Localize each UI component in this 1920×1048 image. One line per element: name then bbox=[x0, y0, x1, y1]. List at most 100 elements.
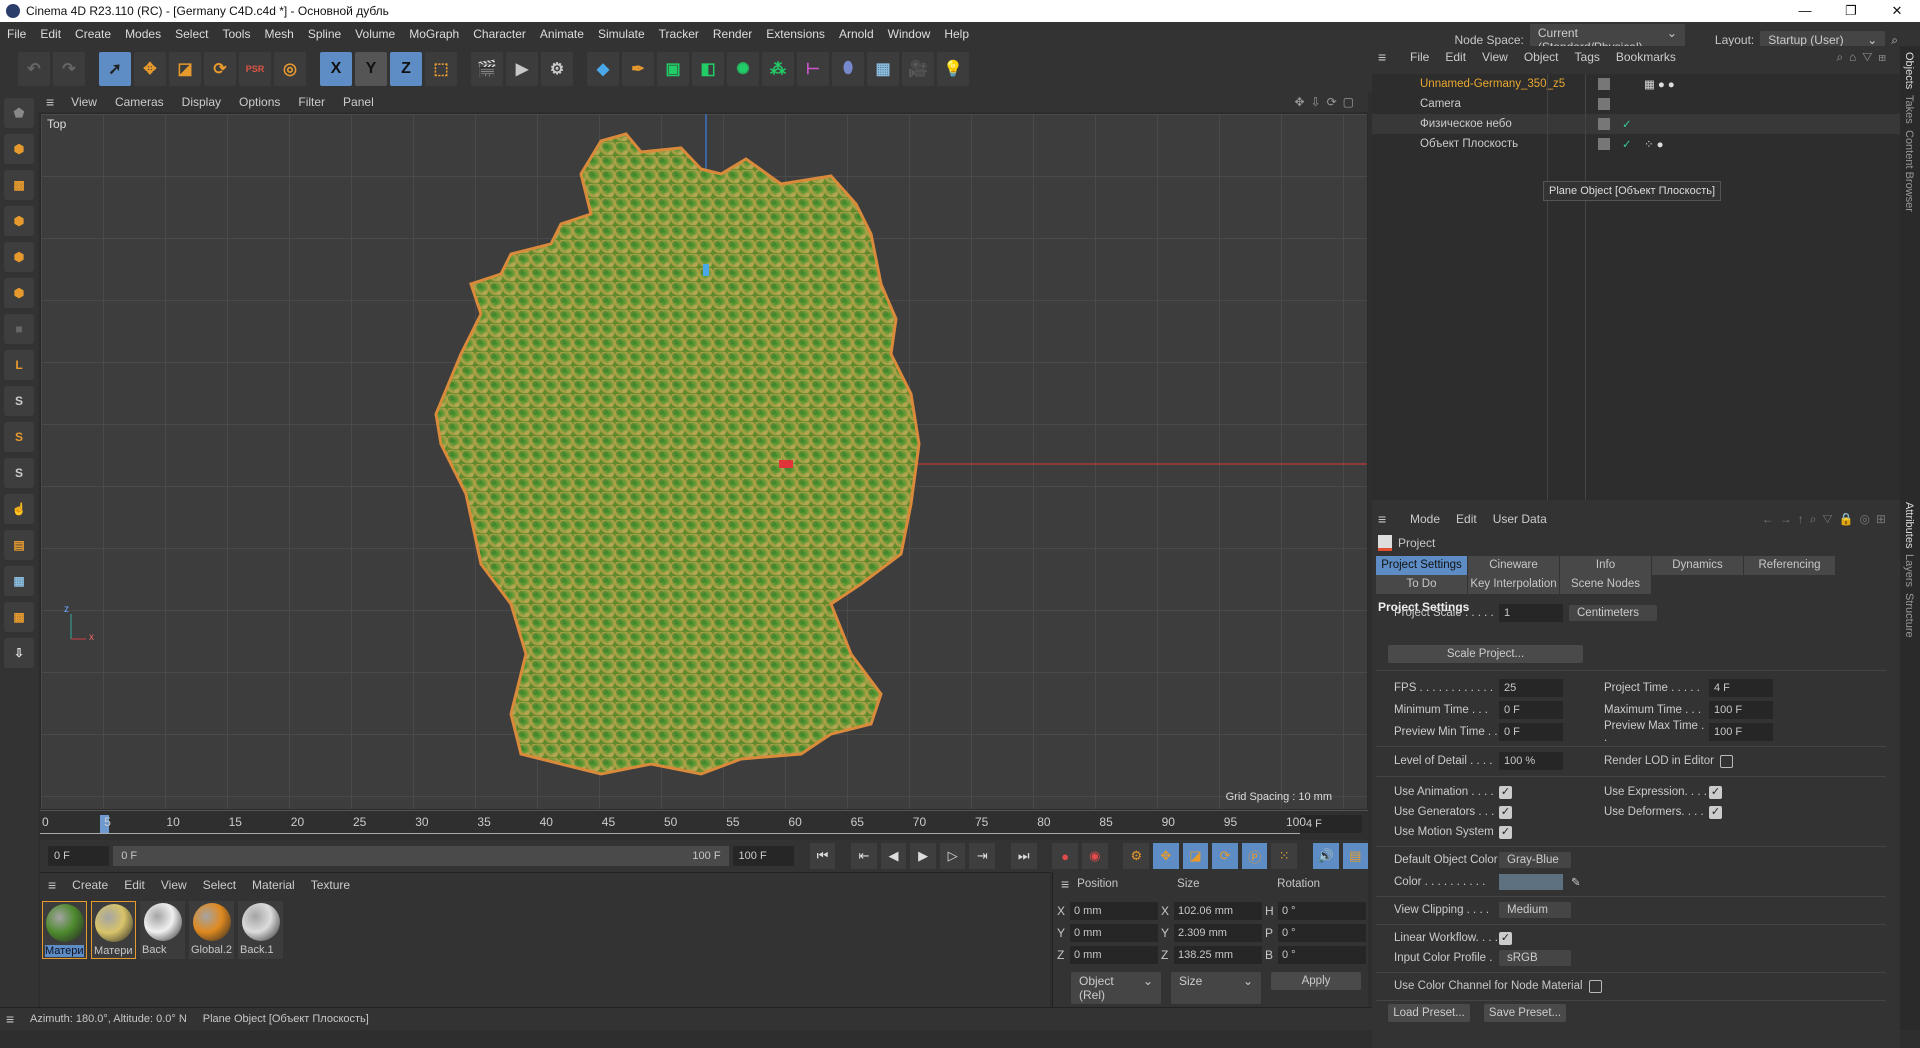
light-button[interactable]: 💡 bbox=[937, 52, 969, 86]
extrude-button[interactable]: ◧ bbox=[692, 52, 724, 86]
fps-field[interactable]: 25 bbox=[1499, 679, 1563, 697]
menu-window[interactable]: Window bbox=[881, 27, 938, 41]
menu-render[interactable]: Render bbox=[706, 27, 759, 41]
snap-workplane-icon[interactable]: S bbox=[4, 458, 34, 488]
object-name[interactable]: Физическое небо bbox=[1420, 118, 1590, 130]
level-of-detail-field[interactable]: 100 % bbox=[1499, 752, 1563, 770]
material-menu-create[interactable]: Create bbox=[64, 878, 116, 892]
object-row[interactable]: Объект Плоскость ✓ ⁘● bbox=[1372, 134, 1900, 154]
rotation-field[interactable]: 0 ° bbox=[1278, 946, 1366, 964]
default-color-select[interactable]: Gray-Blue bbox=[1499, 852, 1571, 868]
close-button[interactable]: ✕ bbox=[1874, 0, 1920, 22]
tab-info[interactable]: Info bbox=[1560, 556, 1652, 575]
menu-volume[interactable]: Volume bbox=[348, 27, 402, 41]
object-menu-bookmarks[interactable]: Bookmarks bbox=[1608, 50, 1684, 64]
size-field[interactable]: 2.309 mm bbox=[1174, 924, 1262, 942]
tab-referencing[interactable]: Referencing bbox=[1744, 556, 1836, 575]
color-swatch[interactable] bbox=[1499, 874, 1563, 890]
menu-help[interactable]: Help bbox=[937, 27, 976, 41]
field-button[interactable]: ⬮ bbox=[832, 52, 864, 86]
pen-button[interactable]: ✒ bbox=[622, 52, 654, 86]
coordinate-mode-select[interactable]: Object (Rel) ⌄ bbox=[1071, 972, 1161, 1004]
cloner-button[interactable]: ✺ bbox=[727, 52, 759, 86]
record-button[interactable]: ● bbox=[1052, 843, 1078, 869]
prev-min-field[interactable]: 0 F bbox=[1499, 723, 1563, 741]
object-menu-file[interactable]: File bbox=[1402, 50, 1437, 64]
key-pla-button[interactable]: ⁙ bbox=[1271, 843, 1298, 869]
use-motion-checkbox[interactable]: ✓ bbox=[1499, 825, 1512, 839]
max-time-field[interactable]: 100 F bbox=[1709, 701, 1773, 719]
texture-mode-icon[interactable]: ▩ bbox=[4, 170, 34, 200]
min-time-field[interactable]: 0 F bbox=[1499, 701, 1563, 719]
uv-mode-icon[interactable]: ■ bbox=[4, 314, 34, 344]
menu-mesh[interactable]: Mesh bbox=[257, 27, 300, 41]
x-axis-button[interactable]: X bbox=[320, 52, 352, 86]
tab-to-do[interactable]: To Do bbox=[1376, 575, 1468, 594]
floor-icon[interactable]: ⇩ bbox=[4, 638, 34, 668]
grid-icon[interactable]: ▦ bbox=[4, 566, 34, 596]
edges-mode-icon[interactable]: ⬢ bbox=[4, 242, 34, 272]
polygons-mode-icon[interactable]: ⬢ bbox=[4, 278, 34, 308]
viewport-top[interactable]: Top z x Grid Spacing : 10 mm bbox=[40, 113, 1368, 810]
viewport-menu-filter[interactable]: Filter bbox=[289, 95, 334, 109]
live-selection-button[interactable]: ◎ bbox=[274, 52, 306, 86]
hamburger-icon[interactable]: ≡ bbox=[1053, 876, 1077, 892]
tab-scene-nodes[interactable]: Scene Nodes bbox=[1560, 575, 1652, 594]
cube-button[interactable]: ◆ bbox=[587, 52, 619, 86]
view-clipping-select[interactable]: Medium bbox=[1499, 902, 1571, 918]
tweak-icon[interactable]: ☝ bbox=[4, 494, 34, 524]
load-preset-button[interactable]: Load Preset... bbox=[1388, 1004, 1470, 1022]
side-tab-takes[interactable]: Takes bbox=[1903, 95, 1915, 124]
next-frame-button[interactable]: ▷ bbox=[939, 843, 966, 869]
object-menu-object[interactable]: Object bbox=[1516, 50, 1567, 64]
tab-project-settings[interactable]: Project Settings bbox=[1376, 556, 1468, 575]
position-field[interactable]: 0 mm bbox=[1070, 924, 1158, 942]
render-lod-checkbox[interactable] bbox=[1719, 754, 1733, 768]
subdivision-button[interactable]: ▣ bbox=[657, 52, 689, 86]
object-menu-tags[interactable]: Tags bbox=[1567, 50, 1608, 64]
size-field[interactable]: 138.25 mm bbox=[1174, 946, 1262, 964]
side-tab-layers[interactable]: Layers bbox=[1903, 554, 1915, 587]
side-tab-attributes[interactable]: Attributes bbox=[1903, 502, 1915, 548]
frame-range-slider[interactable]: 0 F 100 F bbox=[113, 846, 729, 866]
deformer-button[interactable]: ⊢ bbox=[797, 52, 829, 86]
snap-icon[interactable]: S bbox=[4, 386, 34, 416]
use-generators-checkbox[interactable]: ✓ bbox=[1499, 805, 1512, 819]
previous-frame-button[interactable]: ◀ bbox=[880, 843, 907, 869]
menu-arnold[interactable]: Arnold bbox=[832, 27, 881, 41]
viewport-menu-display[interactable]: Display bbox=[173, 95, 230, 109]
timeline-scheme-button[interactable]: ▤ bbox=[1342, 843, 1369, 869]
render-region-button[interactable]: 🎬 bbox=[471, 52, 503, 86]
size-field[interactable]: 102.06 mm bbox=[1174, 902, 1262, 920]
use-deformers-checkbox[interactable]: ✓ bbox=[1709, 805, 1722, 819]
object-name[interactable]: Unnamed-Germany_350_z5 bbox=[1420, 78, 1590, 90]
axis-mode-icon[interactable]: L bbox=[4, 350, 34, 380]
hamburger-icon[interactable]: ≡ bbox=[6, 1011, 14, 1027]
object-menu-edit[interactable]: Edit bbox=[1437, 50, 1474, 64]
attribute-menu-edit[interactable]: Edit bbox=[1448, 512, 1485, 526]
object-row[interactable]: Unnamed-Germany_350_z5 ▦●● bbox=[1372, 74, 1900, 94]
linear-workflow-checkbox[interactable]: ✓ bbox=[1499, 931, 1512, 945]
material-menu-texture[interactable]: Texture bbox=[303, 878, 358, 892]
timeline-ruler[interactable]: 4 F 0 5 10 15 20 25 30 35 40 45 50 55 60 65 70 75 80 85 90… bbox=[40, 810, 1368, 840]
key-position-button[interactable]: ✥ bbox=[1153, 843, 1179, 869]
viewport-navigation-icons[interactable]: ✥⇩⟳▢ bbox=[1294, 95, 1368, 109]
material-menu-select[interactable]: Select bbox=[195, 878, 244, 892]
attribute-menu-mode[interactable]: Mode bbox=[1402, 512, 1448, 526]
maximize-button[interactable]: ❐ bbox=[1828, 0, 1874, 22]
menu-modes[interactable]: Modes bbox=[118, 27, 168, 41]
minimize-button[interactable]: — bbox=[1782, 0, 1828, 22]
tab-cineware[interactable]: Cineware bbox=[1468, 556, 1560, 575]
model-mode-icon[interactable]: ⬢ bbox=[4, 134, 34, 164]
object-name[interactable]: Объект Плоскость bbox=[1420, 138, 1590, 150]
sound-button[interactable]: 🔊 bbox=[1312, 843, 1339, 869]
project-time-field[interactable]: 4 F bbox=[1709, 679, 1773, 697]
scale-tool-button[interactable]: ◪ bbox=[169, 52, 201, 86]
go-to-start-button[interactable]: ⏮ bbox=[809, 843, 836, 869]
tab-key-interpolation[interactable]: Key Interpolation bbox=[1468, 575, 1560, 594]
menu-simulate[interactable]: Simulate bbox=[591, 27, 652, 41]
material-thumbnail[interactable]: Матери bbox=[42, 901, 87, 959]
side-tab-structure[interactable]: Structure bbox=[1903, 593, 1915, 638]
visibility-toggle-icon[interactable] bbox=[1598, 138, 1610, 150]
prev-max-field[interactable]: 100 F bbox=[1709, 723, 1773, 741]
